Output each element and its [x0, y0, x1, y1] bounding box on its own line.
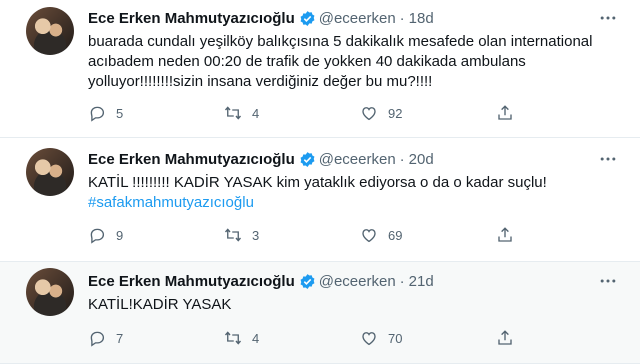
author-handle[interactable]: @eceerken	[319, 10, 396, 27]
reply-button[interactable]: 9	[88, 225, 123, 245]
retweet-button[interactable]: 4	[224, 103, 259, 123]
reply-count: 7	[116, 330, 124, 346]
like-icon	[362, 107, 376, 121]
like-button[interactable]: 69	[360, 225, 402, 245]
tweet-text: KATİL !!!!!!!!! KADİR YASAK kim yataklık…	[88, 173, 604, 213]
tweet-header: Ece Erken Mahmutyazıcıoğlu @eceerken · 1…	[88, 8, 434, 28]
author-name[interactable]: Ece Erken Mahmutyazıcıoğlu	[88, 151, 295, 168]
retweet-count: 4	[252, 330, 260, 346]
tweet[interactable]: Ece Erken Mahmutyazıcıoğlu @eceerken · 2…	[0, 138, 640, 262]
tweet-header: Ece Erken Mahmutyazıcıoğlu @eceerken · 2…	[88, 149, 434, 169]
tweet-time[interactable]: 18d	[409, 10, 434, 27]
tweet[interactable]: Ece Erken Mahmutyazıcıoğlu @eceerken · 2…	[0, 262, 640, 364]
share-icon	[498, 330, 512, 345]
hashtag-link[interactable]: #safakmahmutyazıcıoğlu	[88, 193, 604, 213]
like-count: 92	[388, 105, 403, 121]
like-count: 69	[388, 227, 403, 243]
retweet-count: 3	[252, 227, 260, 243]
author-name[interactable]: Ece Erken Mahmutyazıcıoğlu	[88, 273, 295, 290]
avatar[interactable]	[26, 148, 74, 196]
verified-badge-icon	[300, 273, 315, 289]
reply-button[interactable]: 5	[88, 103, 123, 123]
retweet-button[interactable]: 3	[224, 225, 259, 245]
retweet-icon	[224, 331, 242, 345]
tweet-actions: 9 3 69	[88, 225, 538, 245]
more-icon[interactable]	[598, 8, 618, 28]
author-handle[interactable]: @eceerken	[319, 273, 396, 290]
avatar[interactable]	[26, 268, 74, 316]
verified-badge-icon	[300, 10, 315, 26]
author-name[interactable]: Ece Erken Mahmutyazıcıoğlu	[88, 10, 295, 27]
share-button[interactable]	[496, 328, 524, 348]
tweet[interactable]: Ece Erken Mahmutyazıcıoğlu @eceerken · 1…	[0, 0, 640, 138]
retweet-button[interactable]: 4	[224, 328, 259, 348]
tweet-actions: 7 4 70	[88, 328, 538, 348]
avatar[interactable]	[26, 7, 74, 55]
retweet-count: 4	[252, 105, 260, 121]
share-icon	[498, 105, 512, 120]
verified-badge-icon	[300, 151, 315, 167]
tweet-text: KATİL!KADİR YASAK	[88, 296, 232, 313]
tweet-feed: Ece Erken Mahmutyazıcıoğlu @eceerken · 1…	[0, 0, 640, 364]
author-handle[interactable]: @eceerken	[319, 151, 396, 168]
reply-count: 5	[116, 105, 124, 121]
retweet-icon	[224, 106, 242, 120]
separator-dot: ·	[399, 272, 405, 290]
tweet-actions: 5 4 92	[88, 103, 538, 123]
like-icon	[362, 332, 376, 346]
share-button[interactable]	[496, 225, 524, 245]
tweet-time[interactable]: 21d	[409, 273, 434, 290]
reply-icon	[90, 106, 105, 122]
share-icon	[498, 227, 512, 242]
tweet-text-body: KATİL !!!!!!!!! KADİR YASAK kim yataklık…	[88, 174, 547, 191]
share-button[interactable]	[496, 103, 524, 123]
reply-icon	[90, 228, 105, 244]
more-icon[interactable]	[598, 271, 618, 291]
tweet-header: Ece Erken Mahmutyazıcıoğlu @eceerken · 2…	[88, 271, 434, 291]
reply-button[interactable]: 7	[88, 328, 123, 348]
like-count: 70	[388, 330, 403, 346]
retweet-icon	[224, 228, 242, 242]
separator-dot: ·	[399, 9, 405, 27]
more-icon[interactable]	[598, 149, 618, 169]
like-button[interactable]: 70	[360, 328, 402, 348]
like-button[interactable]: 92	[360, 103, 402, 123]
separator-dot: ·	[399, 150, 405, 168]
reply-count: 9	[116, 227, 124, 243]
tweet-time[interactable]: 20d	[409, 151, 434, 168]
like-icon	[362, 229, 376, 243]
tweet-text: buarada cundalı yeşilköy balıkçısına 5 d…	[88, 33, 593, 90]
reply-icon	[90, 331, 105, 347]
